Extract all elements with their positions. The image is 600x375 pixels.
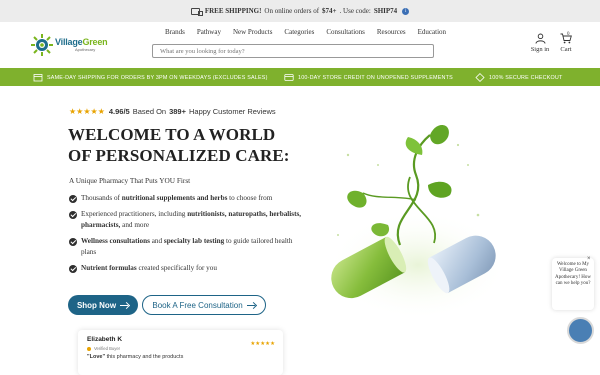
benefit-secure-text: 100% SECURE CHECKOUT (489, 74, 563, 81)
cart-icon (560, 33, 572, 44)
site-header: VillageGreen Apothecary Brands Pathway N… (0, 22, 600, 68)
nav-education[interactable]: Education (412, 28, 452, 36)
feature-list: Thousands of nutritional supplements and… (69, 193, 309, 279)
cart-button[interactable]: 0 Cart (557, 32, 575, 53)
logo-name-b: Green (82, 37, 108, 47)
review-stars: ★★★★★ (250, 341, 275, 347)
promo-label: FREE SHIPPING! (204, 7, 262, 15)
headline-line-1: WELCOME TO A WORLD (68, 125, 276, 144)
nav-new-products[interactable]: New Products (227, 28, 278, 36)
promo-text: On online orders of (264, 7, 320, 15)
credit-card-icon (284, 74, 294, 81)
truck-icon (190, 7, 203, 16)
promo-amount: $74+ (322, 7, 337, 15)
page-title: WELCOME TO A WORLD OF PERSONALIZED CARE: (68, 124, 308, 166)
user-icon (535, 33, 545, 44)
verified-icon (87, 346, 91, 351)
nav-consultations[interactable]: Consultations (320, 28, 371, 36)
nav-categories[interactable]: Categories (278, 28, 320, 36)
shop-now-button[interactable]: Shop Now (68, 295, 138, 315)
main-nav: Brands Pathway New Products Categories C… (159, 28, 452, 36)
close-icon[interactable]: × (587, 256, 591, 262)
rating-stars: ★★★★★ (69, 107, 105, 116)
check-circle-icon (69, 264, 77, 273)
check-circle-icon (69, 210, 77, 219)
book-consultation-label: Book A Free Consultation (152, 300, 243, 310)
reviews-text: Happy Customer Reviews (188, 107, 276, 116)
review-text: "Love" this pharmacy and the products (87, 354, 184, 360)
search-input[interactable] (152, 44, 434, 58)
feature-item: Experienced practitioners, including nut… (69, 209, 309, 231)
benefit-shipping-text: SAME-DAY SHIPPING FOR ORDERS BY 3PM ON W… (47, 74, 268, 81)
promo-bar: FREE SHIPPING! On online orders of $74+.… (0, 0, 600, 22)
box-icon (33, 74, 43, 82)
benefit-store-credit: 100-DAY STORE CREDIT ON UNOPENED SUPPLEM… (284, 73, 453, 82)
feature-item: Thousands of nutritional supplements and… (69, 193, 309, 204)
chat-launcher-button[interactable] (567, 317, 594, 344)
promo-code-text: . Use code: (339, 7, 371, 15)
rating-based-on: Based On (132, 107, 167, 116)
benefit-shipping: SAME-DAY SHIPPING FOR ORDERS BY 3PM ON W… (33, 73, 268, 82)
verified-text: Verified Buyer (94, 346, 121, 351)
info-icon[interactable]: i (402, 7, 410, 15)
check-circle-icon (69, 194, 77, 203)
nav-pathway[interactable]: Pathway (191, 28, 227, 36)
verified-badge: Verified Buyer (87, 346, 274, 351)
sign-in-button[interactable]: Sign in (530, 33, 550, 53)
check-circle-icon (69, 237, 77, 246)
benefit-secure: 100% SECURE CHECKOUT (475, 73, 563, 82)
rating-summary[interactable]: ★★★★★ 4.96/5 Based On 389+ Happy Custome… (69, 107, 276, 116)
book-consultation-button[interactable]: Book A Free Consultation (142, 295, 266, 315)
review-card[interactable]: Elizabeth K Verified Buyer ★★★★★ "Love" … (78, 330, 283, 375)
headline-line-2: OF PERSONALIZED CARE: (68, 146, 290, 165)
chat-welcome-bubble[interactable]: Welcome to My Village Green Apothecary! … (552, 258, 594, 310)
logo-sun-icon (31, 34, 53, 56)
benefits-bar: SAME-DAY SHIPPING FOR ORDERS BY 3PM ON W… (0, 68, 600, 86)
cart-count: 0 (567, 32, 570, 37)
rating-value: 4.96/5 (108, 107, 130, 116)
logo[interactable]: VillageGreen Apothecary (31, 32, 111, 58)
logo-subtitle: Apothecary (75, 47, 96, 52)
shop-now-label: Shop Now (76, 300, 117, 310)
tagline: A Unique Pharmacy That Puts YOU First (69, 176, 191, 185)
capsule-sprout-illustration (328, 125, 508, 320)
arrow-right-icon (120, 302, 129, 308)
nav-brands[interactable]: Brands (159, 28, 191, 36)
nav-resources[interactable]: Resources (371, 28, 412, 36)
cart-label: Cart (560, 46, 572, 53)
benefit-store-credit-text: 100-DAY STORE CREDIT ON UNOPENED SUPPLEM… (298, 74, 453, 81)
sign-in-label: Sign in (530, 46, 550, 53)
review-count: 389+ (169, 107, 186, 116)
review-author: Elizabeth K (87, 336, 123, 343)
logo-name-a: Village (55, 37, 83, 47)
feature-item: Nutrient formulas created specifically f… (69, 263, 309, 274)
feature-item: Wellness consultations and specialty lab… (69, 236, 309, 258)
shield-icon (475, 73, 485, 82)
promo-code: SHIP74 (373, 7, 398, 15)
arrow-right-icon (246, 302, 256, 308)
